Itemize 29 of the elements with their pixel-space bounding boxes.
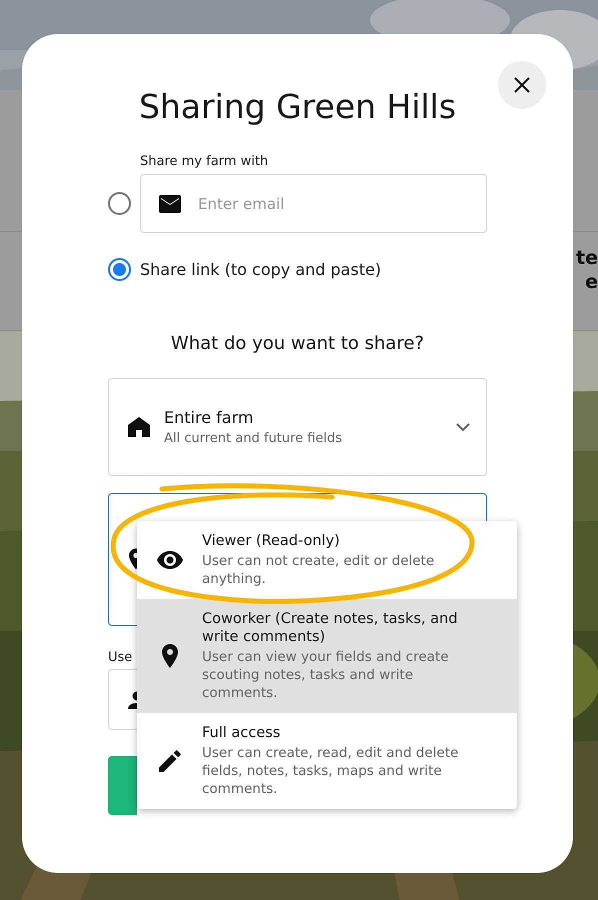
option-description: User can not create, edit or delete anything.	[202, 552, 436, 588]
dialog-title: Sharing Green Hills	[138, 86, 458, 128]
menu-item[interactable]: Coworker (Create notes, tasks, and write comments) User can view your fields and create scouting notes, tasks and write comments.	[137, 599, 517, 713]
chevron-down-icon	[456, 422, 470, 432]
option-title: Viewer (Read-only)	[202, 532, 341, 550]
email-field[interactable]: Enter email	[140, 174, 487, 233]
select-subtitle: All current and future fields	[164, 431, 344, 446]
scope-select[interactable]: Entire farm All current and future fields	[108, 378, 487, 476]
menu-item[interactable]: Viewer (Read-only) User can not create, edit or delete anything.	[137, 521, 517, 599]
option-description: User can create, read, edit and delete fields, notes, tasks, maps and write comments.	[202, 744, 460, 798]
option-title: Coworker (Create notes, tasks, and write comments)	[202, 610, 459, 646]
select-title: Entire farm	[164, 408, 254, 427]
option-title: Full access	[202, 724, 282, 742]
pencil-icon	[158, 750, 180, 772]
radio-label: Share link (to copy and paste)	[140, 260, 382, 279]
field-label: Share my farm with	[140, 154, 270, 170]
option-description: User can view your fields and create scouting notes, tasks and write comments.	[202, 648, 450, 702]
field-label: Use	[108, 650, 132, 665]
close-button[interactable]	[498, 61, 546, 109]
radio-button[interactable]	[108, 192, 131, 215]
eye-icon	[156, 551, 182, 569]
menu-item[interactable]: Full access User can create, read, edit and delete fields, notes, tasks, maps and write comments.	[137, 713, 517, 809]
house-icon	[128, 417, 150, 437]
section-heading: What do you want to share?	[170, 333, 426, 354]
background-text: e	[585, 270, 598, 294]
mail-icon	[159, 195, 181, 213]
close-icon	[514, 77, 530, 93]
radio-button[interactable]	[108, 258, 131, 281]
background-text: te	[576, 246, 598, 270]
